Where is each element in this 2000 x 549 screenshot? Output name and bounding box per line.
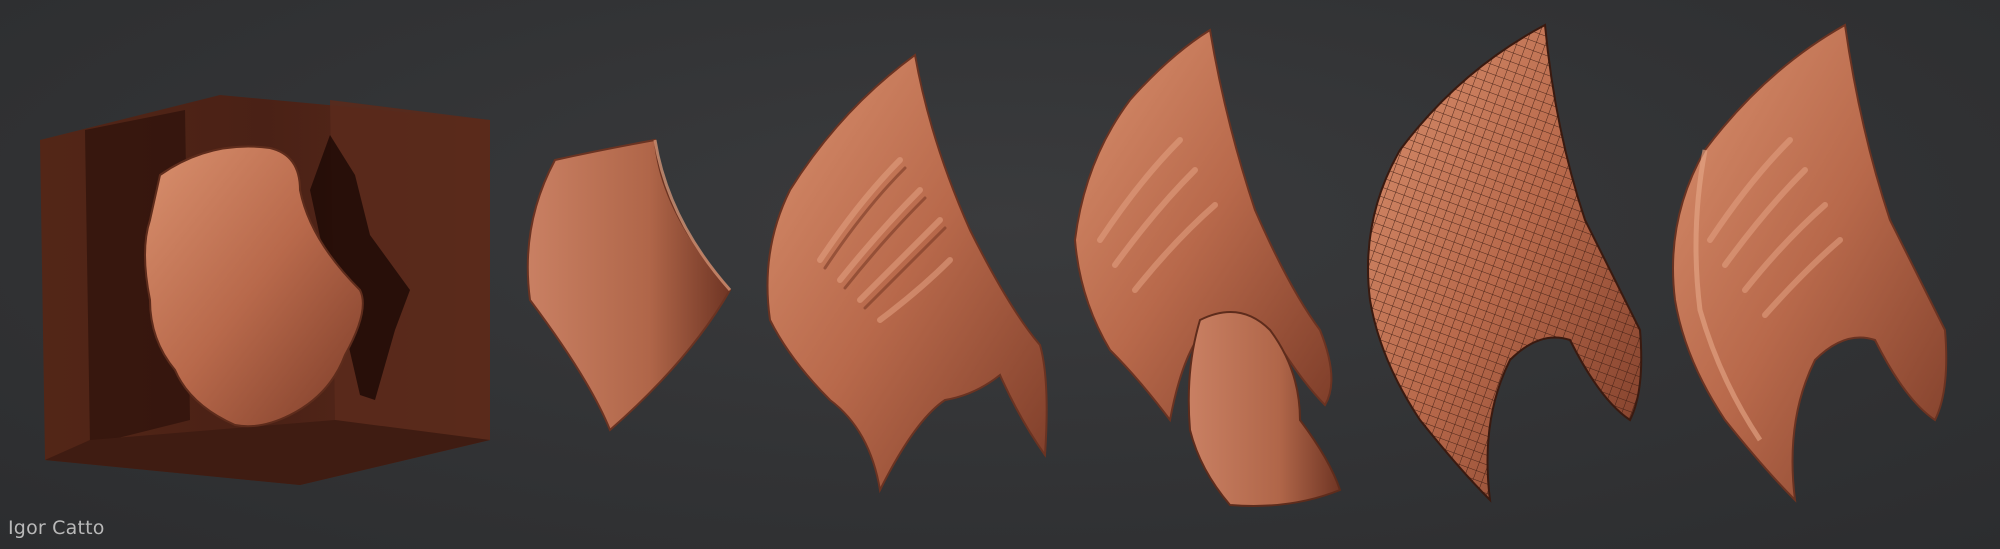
artwork-canvas: Igor Catto xyxy=(0,0,2000,549)
stage-pauldron-detail xyxy=(1073,28,1342,507)
stage-blockout-in-box xyxy=(40,95,490,485)
pauldron-main xyxy=(766,53,1048,494)
wireframe-mesh xyxy=(1368,25,1642,500)
author-credit: Igor Catto xyxy=(8,517,105,539)
final-main xyxy=(1672,23,1948,503)
stage-pauldron-sculpt xyxy=(766,53,1048,494)
stage-basic-shape xyxy=(526,138,732,432)
stage-final-sculpt xyxy=(1672,23,1948,503)
stage-wireframe-topology xyxy=(1367,23,1643,503)
sculpt-progression xyxy=(40,23,1948,507)
basic-shape xyxy=(526,138,732,432)
